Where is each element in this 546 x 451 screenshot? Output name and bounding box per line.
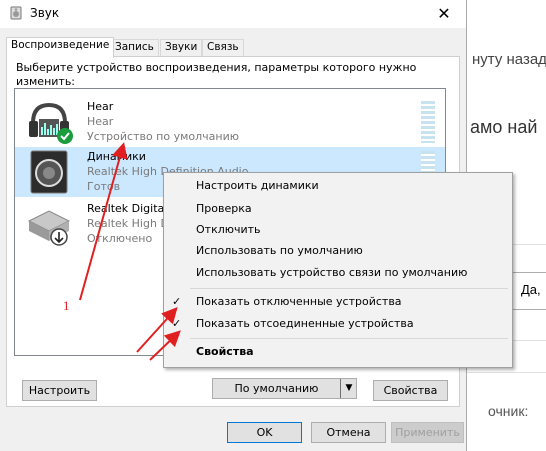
annotation-label: 1 (63, 298, 70, 313)
window-title: Звук (30, 6, 60, 20)
ok-button[interactable]: OK (227, 422, 302, 443)
sound-app-icon (10, 6, 22, 20)
set-default-label: По умолчанию (234, 382, 319, 395)
digital-output-icon (27, 210, 71, 246)
default-check-icon (57, 128, 73, 144)
tab-sounds[interactable]: Звуки (160, 39, 203, 56)
background-text: очник: (488, 403, 529, 419)
device-description: Hear (87, 115, 114, 128)
close-button[interactable]: ✕ (422, 0, 466, 28)
menu-item-properties[interactable]: Свойства (196, 345, 254, 358)
background-heading: амо най (470, 117, 538, 137)
device-name: Динамики (87, 150, 146, 163)
checkmark-icon: ✓ (172, 317, 182, 330)
device-item-hear[interactable]: Hear Hear Устройство по умолчанию (15, 97, 445, 147)
menu-item-set-default[interactable]: Использовать по умолчанию (196, 244, 363, 257)
tab-playback[interactable]: Воспроизведение (6, 37, 115, 58)
speaker-icon (30, 150, 68, 194)
apply-button[interactable]: Применить (391, 422, 464, 443)
configure-button[interactable]: Настроить (22, 380, 97, 401)
device-status: Отключено (87, 232, 153, 245)
device-status: Устройство по умолчанию (87, 130, 240, 143)
tab-communications[interactable]: Связь (202, 39, 244, 56)
background-yes-label: Да, (521, 282, 541, 297)
menu-item-disable[interactable]: Отключить (196, 223, 261, 236)
title-bar[interactable]: Звук ✕ (0, 0, 466, 28)
split-divider (340, 379, 341, 398)
menu-separator (190, 288, 508, 289)
dropdown-arrow-icon[interactable]: ▼ (343, 379, 355, 398)
menu-item-show-disconnected[interactable]: Показать отсоединенные устройства (196, 317, 414, 330)
menu-item-set-default-comm[interactable]: Использовать устройство связи по умолчан… (196, 266, 467, 279)
menu-item-show-disabled[interactable]: Показать отключенные устройства (196, 295, 402, 308)
background-text: нуту назад (472, 51, 546, 68)
device-name: Hear (87, 100, 114, 113)
tab-recording[interactable]: Запись (110, 39, 159, 56)
background-divider (466, 372, 546, 373)
cancel-button[interactable]: Отмена (311, 422, 386, 443)
checkmark-icon: ✓ (172, 295, 182, 308)
device-status: Готов (87, 180, 121, 193)
set-default-button[interactable]: По умолчанию ▼ (212, 378, 357, 399)
menu-item-test[interactable]: Проверка (196, 202, 252, 215)
menu-separator (190, 338, 508, 339)
volume-level-meter (421, 101, 435, 143)
background-yes-button[interactable]: Да, (510, 272, 546, 310)
properties-button[interactable]: Свойства (373, 380, 448, 401)
menu-item-configure-speakers[interactable]: Настроить динамики (196, 179, 319, 192)
context-menu: Настроить динамики Проверка Отключить Ис… (163, 172, 513, 368)
instruction-text: Выберите устройство воспроизведения, пар… (16, 61, 417, 88)
headphones-icon (29, 102, 73, 144)
